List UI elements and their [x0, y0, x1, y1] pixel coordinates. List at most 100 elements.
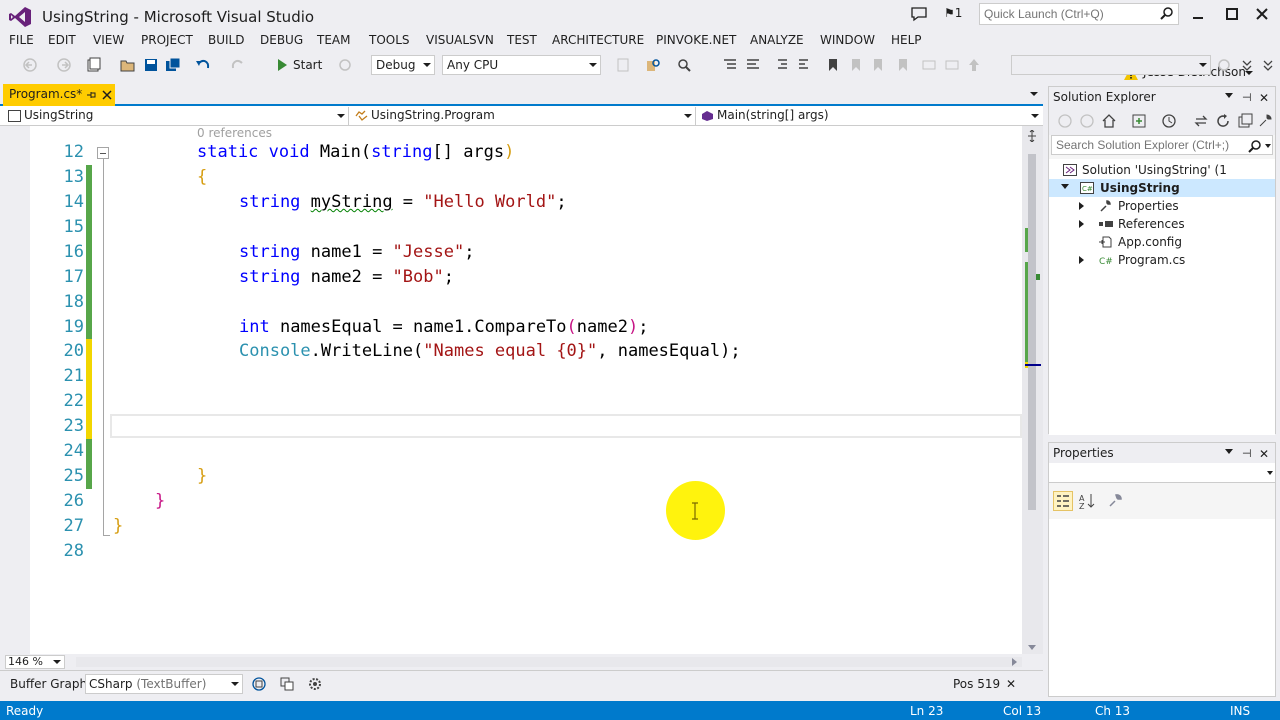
- menu-build[interactable]: BUILD: [208, 33, 244, 47]
- toolbar-disabled-icon[interactable]: [944, 57, 960, 73]
- menu-edit[interactable]: EDIT: [48, 33, 76, 47]
- bookmark-icon[interactable]: [825, 57, 841, 73]
- attach-icon[interactable]: [615, 57, 631, 73]
- close-window-button[interactable]: [1252, 6, 1272, 22]
- chevron-down-icon[interactable]: [1225, 449, 1233, 454]
- solution-explorer-title[interactable]: Solution Explorer ⊣ ✕: [1049, 87, 1275, 107]
- chevron-down-icon[interactable]: [1225, 93, 1233, 98]
- close-icon[interactable]: [101, 89, 113, 101]
- copy-graph-icon[interactable]: [279, 676, 295, 692]
- type-dropdown[interactable]: UsingString.Program: [351, 107, 696, 126]
- pin-icon[interactable]: ⊣: [1242, 444, 1252, 464]
- redo-icon[interactable]: [230, 57, 246, 73]
- uncomment-icon[interactable]: [745, 57, 761, 73]
- maximize-button[interactable]: [1222, 6, 1242, 22]
- find-in-files-icon[interactable]: [645, 57, 661, 73]
- menu-team[interactable]: TEAM: [317, 33, 350, 47]
- quick-launch-box[interactable]: [979, 3, 1179, 25]
- menu-window[interactable]: WINDOW: [820, 33, 875, 47]
- search-icon[interactable]: [1248, 139, 1262, 153]
- scrollbar-thumb[interactable]: [1028, 154, 1036, 510]
- horizontal-scrollbar[interactable]: [76, 657, 1022, 667]
- close-icon[interactable]: ✕: [1259, 88, 1269, 108]
- scroll-down-icon[interactable]: [1028, 645, 1036, 650]
- refresh-icon[interactable]: [337, 57, 353, 73]
- properties-object-combo[interactable]: [1049, 463, 1275, 483]
- buffer-graph-combo[interactable]: CSharp (TextBuffer): [85, 674, 243, 694]
- code-editor[interactable]: 0 references 12 static void Main(string[…: [0, 126, 1043, 654]
- menu-pinvoke[interactable]: PINVOKE.NET: [656, 33, 736, 47]
- tree-item-solution[interactable]: Solution 'UsingString' (1 project): [1049, 161, 1275, 195]
- expand-arrow-icon[interactable]: [1079, 220, 1084, 228]
- property-pages-icon[interactable]: [1107, 493, 1123, 509]
- chevron-down-icon[interactable]: [1265, 144, 1271, 148]
- expand-arrow-icon[interactable]: [1061, 184, 1069, 189]
- search-icon[interactable]: [1160, 6, 1174, 20]
- tree-item-references[interactable]: References: [1049, 215, 1275, 233]
- zoom-combo[interactable]: 146 %: [5, 655, 65, 669]
- member-dropdown[interactable]: Main(string[] args): [697, 107, 1042, 126]
- properties-title[interactable]: Properties ⊣ ✕: [1049, 443, 1275, 463]
- save-all-icon[interactable]: [165, 57, 181, 73]
- split-window-icon[interactable]: [1026, 130, 1038, 142]
- new-project-icon[interactable]: [86, 57, 102, 73]
- tree-item-app-config[interactable]: App.config: [1049, 233, 1275, 251]
- tree-item-program-cs[interactable]: C# Program.cs: [1049, 251, 1275, 269]
- settings-icon[interactable]: [307, 676, 323, 692]
- sync-icon[interactable]: [1193, 113, 1209, 129]
- expand-arrow-icon[interactable]: [1079, 256, 1084, 264]
- solution-search-input[interactable]: [1052, 136, 1242, 154]
- toolbar-disabled-icon[interactable]: [1216, 57, 1232, 73]
- codelens-references[interactable]: 0 references: [197, 126, 272, 140]
- increase-indent-icon[interactable]: [797, 57, 813, 73]
- undo-icon[interactable]: [195, 57, 211, 73]
- upload-icon[interactable]: [966, 57, 982, 73]
- find-icon[interactable]: [676, 57, 692, 73]
- menu-architecture[interactable]: ARCHITECTURE: [552, 33, 644, 47]
- solution-platform-combo[interactable]: Any CPU: [442, 55, 601, 75]
- categorized-icon[interactable]: [1053, 491, 1073, 511]
- toolbar-search-combo[interactable]: [1011, 55, 1211, 75]
- menu-help[interactable]: HELP: [891, 33, 922, 47]
- open-file-icon[interactable]: [120, 57, 136, 73]
- graph-icon[interactable]: [251, 676, 267, 692]
- toolbar-overflow-icon[interactable]: [1260, 57, 1276, 73]
- decrease-indent-icon[interactable]: [773, 57, 789, 73]
- menu-project[interactable]: PROJECT: [141, 33, 193, 47]
- save-icon[interactable]: [143, 57, 159, 73]
- menu-file[interactable]: FILE: [9, 33, 34, 47]
- pin-icon[interactable]: [85, 89, 97, 101]
- start-button-label[interactable]: Start: [293, 58, 322, 72]
- solution-explorer-search[interactable]: [1051, 135, 1273, 155]
- toolbar-disabled-icon[interactable]: [921, 57, 937, 73]
- tree-item-properties[interactable]: Properties: [1049, 197, 1275, 215]
- menu-view[interactable]: VIEW: [93, 33, 124, 47]
- tree-item-project[interactable]: C# UsingString: [1049, 179, 1275, 197]
- scroll-right-icon[interactable]: [1012, 658, 1017, 666]
- refresh-icon[interactable]: [1215, 113, 1231, 129]
- menu-visualsvn[interactable]: VISUALSVN: [426, 33, 494, 47]
- quick-launch-input[interactable]: [980, 4, 1150, 24]
- alphabetical-icon[interactable]: AZ: [1077, 491, 1097, 511]
- minimize-button[interactable]: [1188, 6, 1208, 22]
- close-icon[interactable]: ✕: [1006, 677, 1016, 691]
- comment-out-icon[interactable]: [722, 57, 738, 73]
- expand-arrow-icon[interactable]: [1079, 202, 1084, 210]
- forward-icon[interactable]: [1079, 113, 1095, 129]
- notifications-icon[interactable]: [910, 6, 928, 22]
- start-debugging-icon[interactable]: [274, 57, 290, 73]
- home-icon[interactable]: [1101, 113, 1117, 129]
- close-icon[interactable]: ✕: [1259, 444, 1269, 464]
- menu-tools[interactable]: TOOLS: [369, 33, 410, 47]
- pin-icon[interactable]: ⊣: [1242, 88, 1252, 108]
- collapse-all-icon[interactable]: [1237, 113, 1253, 129]
- vertical-scrollbar[interactable]: [1022, 126, 1043, 654]
- clear-bookmarks-icon[interactable]: [895, 57, 911, 73]
- prev-bookmark-icon[interactable]: [848, 57, 864, 73]
- pending-changes-icon[interactable]: [1131, 113, 1147, 129]
- chevron-down-icon[interactable]: [1030, 92, 1038, 96]
- menu-debug[interactable]: DEBUG: [260, 33, 303, 47]
- solution-configuration-combo[interactable]: Debug: [371, 55, 435, 75]
- navigate-back-icon[interactable]: [22, 57, 38, 73]
- tab-program-cs[interactable]: Program.cs*: [3, 84, 115, 106]
